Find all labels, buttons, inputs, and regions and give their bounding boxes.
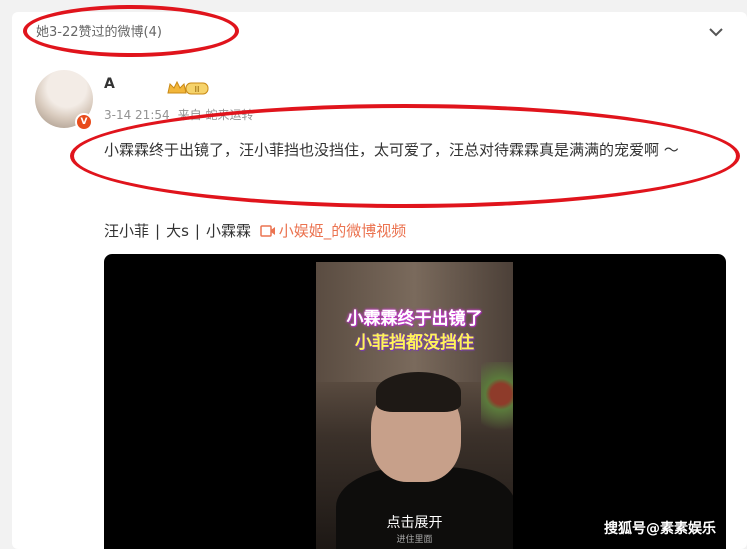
verified-badge-icon: V xyxy=(75,113,93,131)
expand-button[interactable]: 点击展开 xyxy=(316,514,513,532)
page: 她3-22赞过的微博(4) V A II 3-14 21:54 来自 蛇来运转 小… xyxy=(0,0,747,549)
tag-separator: | xyxy=(194,222,200,240)
post-text: 小霖霖终于出镜了，汪小菲挡也没挡住，太可爱了，汪总对待霖霖真是满满的宠爱啊 ～ xyxy=(104,141,679,159)
tag-item[interactable]: 汪小菲 xyxy=(104,222,149,240)
post-time[interactable]: 3-14 21:54 xyxy=(104,108,170,122)
crown-badge-icon: II xyxy=(167,80,209,95)
tag-item[interactable]: 小霖霖 xyxy=(206,222,251,240)
video-caption-line1: 小霖霖终于出镜了 xyxy=(346,309,483,329)
level-badge-text: II xyxy=(195,85,200,94)
tag-item[interactable]: 大s xyxy=(166,222,189,240)
username[interactable]: A xyxy=(104,75,115,93)
video-source-link[interactable]: 小娱姬_的微博视频 xyxy=(260,222,407,240)
post-meta: 3-14 21:54 来自 蛇来运转 xyxy=(104,106,253,124)
video-player[interactable]: 小霖霖终于出镜了 小菲挡都没挡住 点击展开 进住里面 xyxy=(104,254,726,549)
tag-separator: | xyxy=(155,222,161,240)
video-decoration xyxy=(481,362,513,442)
video-frame[interactable]: 小霖霖终于出镜了 小菲挡都没挡住 点击展开 进住里面 xyxy=(316,262,513,549)
video-caption-line2: 小菲挡都没挡住 xyxy=(355,333,474,353)
video-subcaption: 进住里面 xyxy=(396,535,433,545)
sohu-watermark: 搜狐号@素素娱乐 xyxy=(604,521,716,537)
video-source-label: 小娱姬_的微博视频 xyxy=(278,222,407,240)
video-person-hair xyxy=(376,372,461,412)
video-icon xyxy=(260,225,275,237)
post-source: 来自 蛇来运转 xyxy=(177,108,254,122)
post-tags: 汪小菲 | 大s | 小霖霖 小娱姬_的微博视频 xyxy=(104,220,406,242)
liked-posts-header[interactable]: 她3-22赞过的微博(4) xyxy=(36,24,162,42)
chevron-down-icon[interactable] xyxy=(706,24,726,40)
